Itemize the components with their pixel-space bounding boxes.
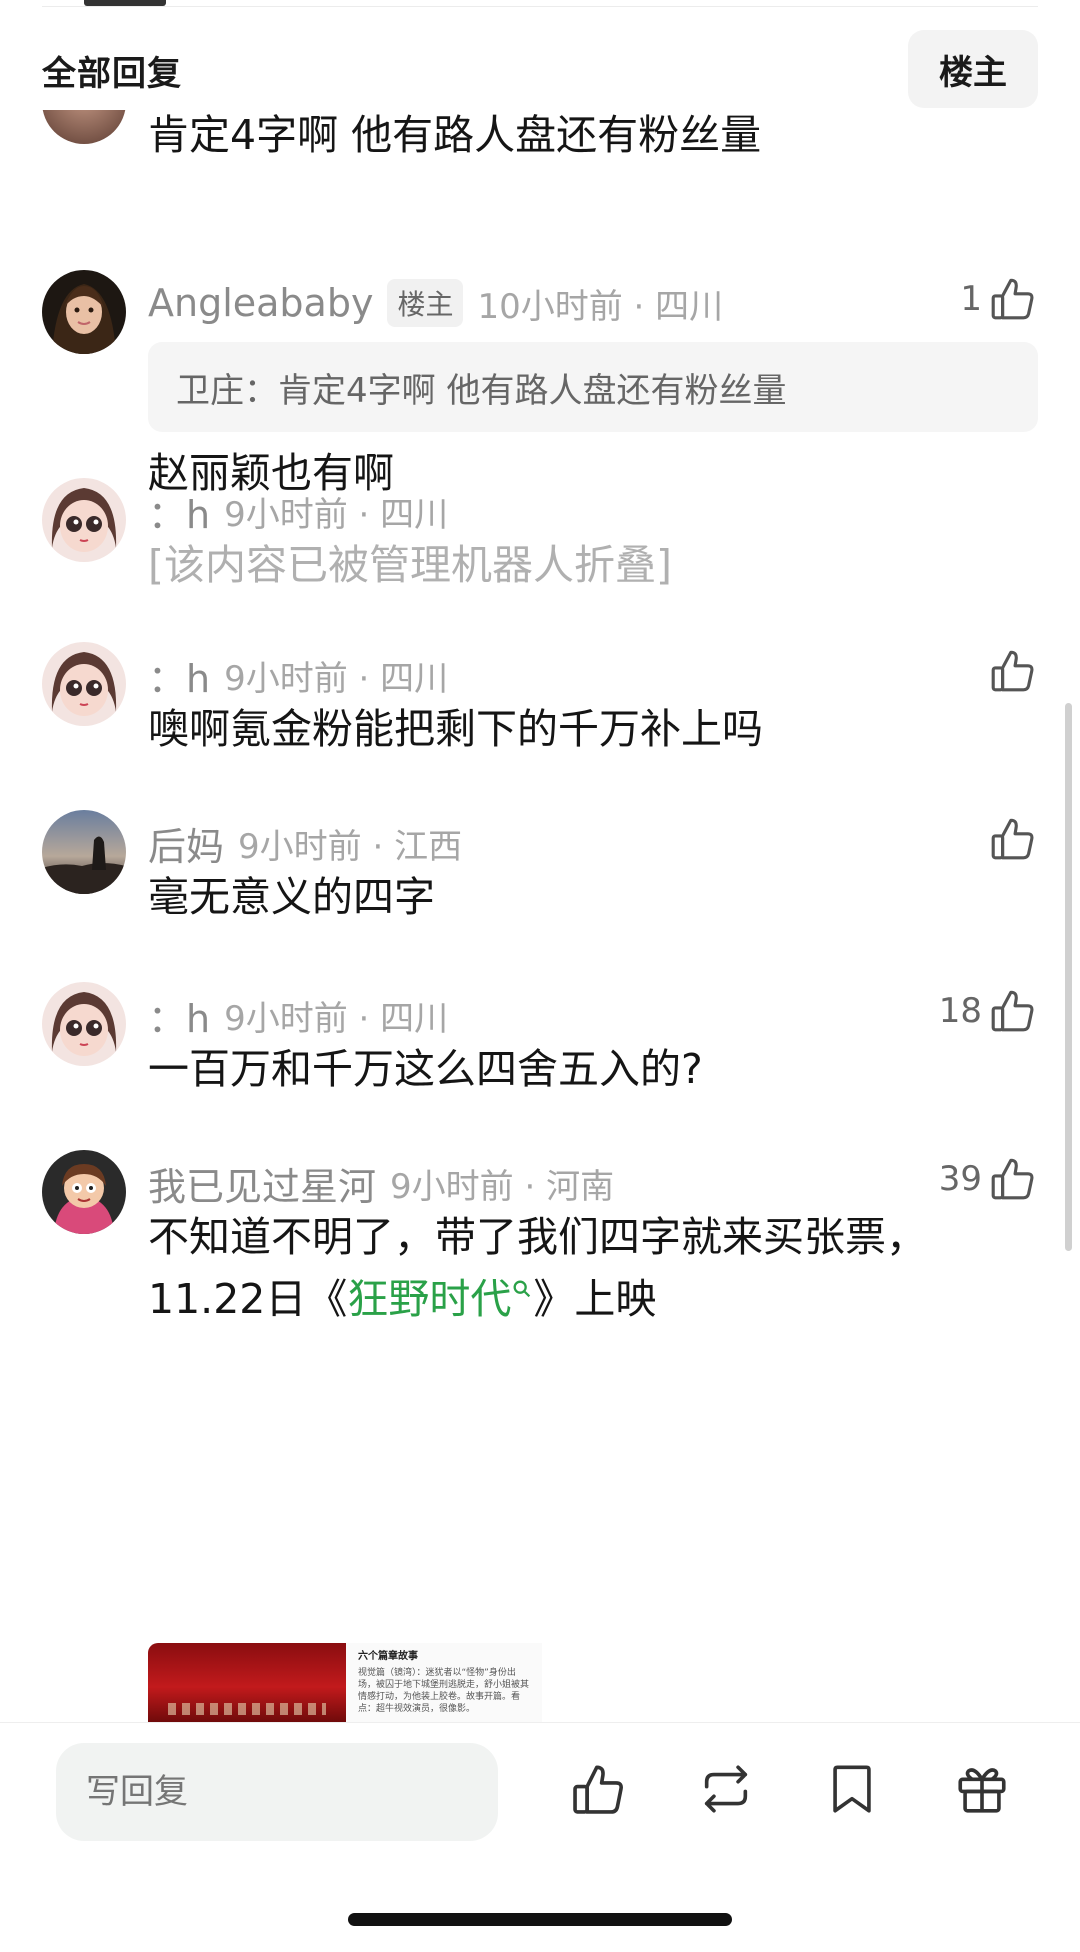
comment-meta: ：h 9小时前 · 四川 (148, 648, 449, 703)
username[interactable]: ：h (148, 484, 210, 539)
text-fragment: 》上映 (533, 1275, 657, 1323)
comment-item: ：h 9小时前 · 四川 [该内容已被管理机器人折叠] (0, 478, 1080, 628)
timestamp-location: 9小时前 · 江西 (238, 826, 463, 867)
owner-only-button[interactable]: 楼主 (908, 30, 1038, 108)
movie-link[interactable]: 狂野时代 (347, 1275, 533, 1323)
page-title: 全部回复 (42, 54, 182, 94)
username[interactable]: Angleababy (148, 281, 373, 325)
timestamp-location: 9小时前 · 四川 (224, 658, 449, 699)
comment-feed[interactable]: 肯定4字啊 他有路人盘还有粉丝量 Angleababy 楼主 10小时前 · 四… (0, 110, 1080, 1722)
comment-item: ：h 9小时前 · 四川 18 一百万和千万这么四舍五入的? (0, 982, 1080, 1132)
attached-text-image[interactable]: 六个篇章故事 视觉篇（镜湾）：迷犹者以“怪物”身份出场，被囚于地下城堡刑逃脱走，… (346, 1643, 542, 1722)
avatar[interactable] (42, 270, 126, 354)
bookmark-button[interactable] (820, 1757, 884, 1821)
gift-button[interactable] (950, 1757, 1014, 1821)
comment-meta: ：h 9小时前 · 四川 (148, 988, 449, 1043)
username[interactable]: ：h (148, 648, 210, 703)
search-icon (513, 1280, 531, 1298)
reply-input[interactable] (56, 1743, 498, 1841)
like-count: 39 (938, 1159, 982, 1199)
comment-text: 肯定4字啊 他有路人盘还有粉丝量 (148, 111, 762, 159)
avatar[interactable] (42, 982, 126, 1066)
comment-item: ：h 9小时前 · 四川 噢啊氪金粉能把剩下的千万补上吗 (0, 642, 1080, 792)
image-attachment[interactable]: 六个篇章故事 视觉篇（镜湾）：迷犹者以“怪物”身份出场，被囚于地下城堡刑逃脱走，… (148, 1643, 542, 1722)
thumbs-up-icon (991, 1158, 1034, 1200)
timestamp-location: 9小时前 · 河南 (390, 1166, 615, 1207)
like-button[interactable]: 1 (960, 270, 1038, 328)
comment-text: 不知道不明了，带了我们四字就来买张票， 11.22日《狂野时代 》上映 (148, 1206, 1024, 1330)
like-button[interactable] (982, 642, 1038, 700)
avatar[interactable] (42, 810, 126, 894)
comment-text: 噢啊氪金粉能把剩下的千万补上吗 (148, 705, 763, 753)
attached-image-body: 视觉篇（镜湾）：迷犹者以“怪物”身份出场，被囚于地下城堡刑逃脱走，舒小姐被其情感… (358, 1668, 530, 1714)
thumbs-up-icon (991, 650, 1034, 692)
comment-meta: ：h 9小时前 · 四川 (148, 484, 449, 539)
avatar[interactable] (42, 110, 126, 144)
thumbs-up-icon (573, 1765, 623, 1814)
like-post-button[interactable] (566, 1757, 630, 1821)
text-fragment: 11.22日《 (148, 1275, 348, 1323)
like-count: 18 (938, 991, 982, 1031)
bookmark-icon (833, 1765, 871, 1813)
avatar[interactable] (42, 478, 126, 562)
comment-item: 后妈 9小时前 · 江西 毫无意义的四字 (0, 810, 1080, 960)
attached-image-title: 六个篇章故事 (358, 1651, 418, 1662)
repost-icon (704, 1765, 748, 1813)
header: 全部回复 楼主 (0, 30, 1080, 110)
username[interactable]: ：h (148, 988, 210, 1043)
owner-badge: 楼主 (387, 279, 464, 327)
repost-button[interactable] (694, 1757, 758, 1821)
comment-meta: 后妈 9小时前 · 江西 (148, 816, 463, 871)
comment-meta: Angleababy 楼主 10小时前 · 四川 (148, 278, 723, 328)
comment-meta: 我已见过星河 9小时前 · 河南 (148, 1156, 615, 1211)
like-button[interactable] (982, 810, 1038, 868)
comment-text-line: 不知道不明了，带了我们四字就来买张票， (148, 1213, 927, 1261)
divider (42, 6, 1038, 7)
comment-text: 毫无意义的四字 (148, 873, 435, 921)
username[interactable]: 我已见过星河 (148, 1156, 376, 1211)
comment-text-line: 11.22日《狂野时代 》上映 (148, 1268, 1024, 1330)
comment-item: 我已见过星河 9小时前 · 河南 39 不知道不明了，带了我们四字就来买张票， … (0, 1150, 1080, 1530)
like-count: 1 (960, 279, 982, 319)
thumbs-up-icon (991, 818, 1034, 860)
comment-text: 一百万和千万这么四舍五入的? (148, 1045, 703, 1093)
home-indicator[interactable] (348, 1913, 732, 1926)
gift-icon (958, 1768, 1006, 1813)
timestamp-location: 10小时前 · 四川 (477, 286, 724, 327)
thumbs-up-icon (991, 990, 1034, 1032)
scrollbar[interactable] (1065, 703, 1072, 1251)
avatar[interactable] (42, 642, 126, 726)
timestamp-location: 9小时前 · 四川 (224, 494, 449, 535)
quoted-reply[interactable]: 卫庄：肯定4字啊 他有路人盘还有粉丝量 (148, 342, 1038, 432)
folded-notice[interactable]: [该内容已被管理机器人折叠] (148, 534, 1024, 596)
avatar[interactable] (42, 1150, 126, 1234)
like-button[interactable]: 18 (939, 982, 1038, 1040)
timestamp-location: 9小时前 · 四川 (224, 998, 449, 1039)
comment-item: 肯定4字啊 他有路人盘还有粉丝量 (0, 110, 1080, 210)
movie-poster-image[interactable] (148, 1643, 346, 1722)
movie-link-label: 狂野时代 (347, 1275, 512, 1323)
bottom-action-bar (0, 1722, 1080, 1952)
thumbs-up-icon (991, 278, 1034, 320)
like-button[interactable]: 39 (939, 1150, 1038, 1208)
username[interactable]: 后妈 (148, 816, 224, 871)
